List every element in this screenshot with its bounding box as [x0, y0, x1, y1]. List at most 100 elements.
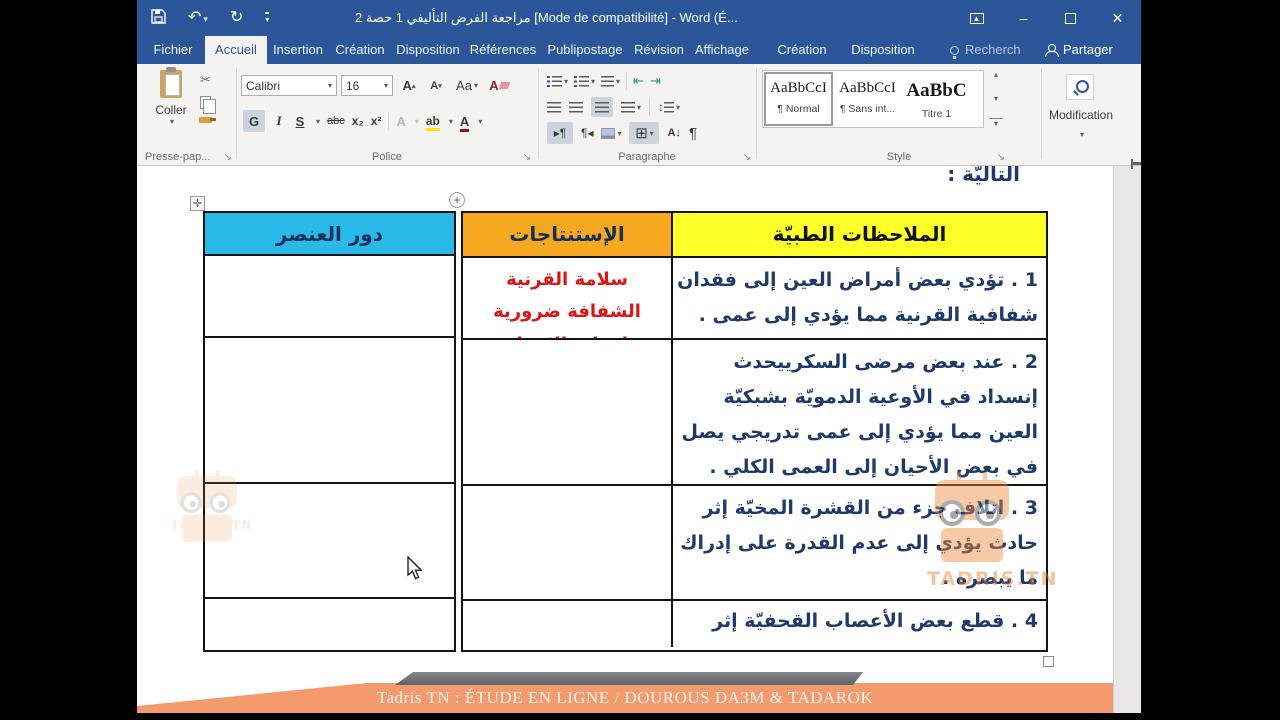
overlay-gray-bar — [395, 672, 863, 685]
justify-icon[interactable]: ▾ — [621, 101, 641, 113]
tab-table-disposition[interactable]: Disposition — [841, 36, 925, 64]
shrink-font-button[interactable]: A ▾ — [425, 80, 447, 92]
increase-indent-icon[interactable]: ⇥ — [650, 73, 661, 89]
clear-formatting-button[interactable]: A — [487, 78, 511, 93]
line-spacing-icon[interactable]: ↕ ▾ — [658, 100, 680, 114]
decrease-indent-icon[interactable]: ⇤ — [633, 73, 644, 89]
conclusion-cell-3[interactable] — [463, 486, 673, 599]
table-row[interactable]: سلامة القرنية الشفافة ضرورية لعملية الإب… — [463, 258, 1046, 340]
role-cell-4[interactable] — [205, 599, 454, 645]
copy-icon[interactable] — [200, 96, 216, 114]
role-header-cell[interactable]: دور العنصر — [205, 213, 454, 256]
table-resize-handle[interactable] — [1043, 656, 1054, 667]
superscript-button[interactable]: x² — [371, 114, 382, 128]
observation-cell-1[interactable]: 1 . تؤدي بعض أمراض العين إلى فقدان شفافي… — [673, 258, 1046, 333]
qat-customize-icon[interactable]: ▾ — [265, 12, 270, 24]
editing-button[interactable] — [1066, 74, 1094, 100]
borders-icon[interactable]: ⊞ ▾ — [629, 122, 660, 144]
bold-button[interactable]: G — [243, 110, 265, 132]
tab-references[interactable]: Références — [465, 36, 541, 64]
tab-creation[interactable]: Création — [329, 36, 391, 64]
multilevel-list-icon[interactable]: ▾ — [601, 75, 620, 87]
role-cell-1[interactable] — [205, 256, 454, 338]
conclusion-cell-2[interactable] — [463, 340, 673, 485]
font-dialog-launcher-icon[interactable]: ↘ — [523, 152, 531, 163]
role-cell-2[interactable] — [205, 338, 454, 484]
change-case-button[interactable]: Aa ▾ — [451, 78, 483, 93]
observations-header-cell[interactable]: الملاحظات الطبيّة — [673, 213, 1046, 256]
paragraph-dialog-launcher-icon[interactable]: ↘ — [743, 152, 751, 163]
style-sans-interligne[interactable]: AaBbCcI ¶ Sans int... — [833, 74, 902, 124]
tab-accueil[interactable]: Accueil — [205, 36, 267, 64]
cut-icon[interactable]: ✂ — [200, 72, 211, 88]
underline-dropdown-icon[interactable]: ▾ — [316, 117, 320, 126]
sort-icon[interactable]: A↓ — [667, 127, 680, 139]
tab-affichage[interactable]: Affichage — [689, 36, 755, 64]
shading-icon[interactable]: ▾ — [601, 127, 621, 139]
tab-revision[interactable]: Révision — [629, 36, 689, 64]
conclusions-header-cell[interactable]: الإستنتاجات — [463, 213, 673, 256]
numbering-icon[interactable]: ▾ — [574, 75, 595, 87]
maximize-button[interactable] — [1047, 0, 1094, 36]
ribbon-display-options-button[interactable]: ▲ — [953, 0, 1000, 36]
styles-scroll-up-icon[interactable]: ▴ — [989, 70, 1003, 79]
text-effects-button[interactable]: A — [396, 114, 405, 129]
table-move-handle-icon[interactable]: + — [449, 192, 465, 208]
word-window: Outils de tableau ↶▾ ↻ ▾ مراجعة الفرض ال… — [137, 0, 1141, 713]
save-icon[interactable] — [151, 8, 166, 28]
vertical-scrollbar[interactable] — [1113, 166, 1141, 713]
tell-me-search[interactable]: Recherch — [950, 36, 1021, 64]
table-row[interactable]: 2 . عند بعض مرضى السكرييحدث إنسداد في ال… — [463, 340, 1046, 486]
redo-button[interactable]: ↻ — [230, 10, 243, 26]
show-marks-icon[interactable]: ¶ — [689, 125, 697, 142]
table-row[interactable]: 4 . قطع بعض الأعصاب القحفيّة إثر — [463, 601, 1046, 647]
paste-button[interactable]: Coller ▾ — [149, 67, 193, 126]
close-button[interactable]: ✕ — [1094, 0, 1141, 36]
font-color-button[interactable]: A — [460, 114, 469, 129]
undo-dropdown-icon[interactable]: ▾ — [203, 14, 208, 24]
font-family-select[interactable]: Calibri ▾ — [241, 75, 337, 96]
highlight-dropdown-icon[interactable]: ▾ — [449, 117, 453, 126]
clipboard-dialog-launcher-icon[interactable]: ↘ — [224, 152, 232, 163]
table-row[interactable]: 3 . اتلاف جزء من القشرة المخيّة إثر حادث… — [463, 486, 1046, 601]
undo-button[interactable]: ↶ ▾ — [188, 10, 208, 26]
highlight-button[interactable]: ab — [426, 114, 440, 128]
format-painter-icon[interactable] — [199, 117, 216, 123]
minimize-button[interactable]: – — [1000, 0, 1047, 36]
observation-cell-2[interactable]: 2 . عند بعض مرضى السكرييحدث إنسداد في ال… — [673, 340, 1046, 485]
conclusion-cell-4[interactable] — [463, 601, 673, 647]
rtl-direction-icon[interactable]: ¶◂ — [581, 126, 593, 140]
style-normal[interactable]: AaBbCcI ¶ Normal — [764, 72, 833, 126]
ltr-direction-icon[interactable]: ▸¶ — [547, 122, 573, 144]
font-size-select[interactable]: 16 ▾ — [341, 75, 393, 96]
grow-font-button[interactable]: A ▴ — [397, 78, 421, 93]
italic-button[interactable]: I — [272, 113, 286, 129]
align-left-icon[interactable] — [547, 101, 561, 113]
table-move-handle-icon[interactable]: ✛ — [190, 196, 205, 211]
tab-fichier[interactable]: Fichier — [145, 36, 201, 64]
style-titre-1[interactable]: AaBbC Titre 1 — [902, 74, 971, 124]
tab-insertion[interactable]: Insertion — [267, 36, 329, 64]
observation-cell-4[interactable]: 4 . قطع بعض الأعصاب القحفيّة إثر — [673, 601, 1046, 639]
subscript-button[interactable]: x₂ — [352, 114, 364, 128]
underline-button[interactable]: S — [293, 114, 307, 129]
share-button[interactable]: Partager — [1045, 36, 1113, 64]
align-center-icon[interactable] — [569, 101, 583, 113]
strikethrough-button[interactable]: abc — [327, 115, 345, 127]
font-color-dropdown-icon[interactable]: ▾ — [478, 117, 482, 126]
observation-cell-3[interactable]: 3 . اتلاف جزء من القشرة المخيّة إثر حادث… — [673, 486, 1046, 596]
editing-dropdown-icon[interactable]: ▾ — [1080, 130, 1084, 139]
styles-dialog-launcher-icon[interactable]: ↘ — [997, 152, 1005, 163]
font-size-dropdown-icon: ▾ — [383, 81, 388, 90]
tab-table-creation[interactable]: Création — [767, 36, 837, 64]
bullets-icon[interactable]: ▾ — [547, 75, 568, 87]
document-page[interactable]: التاليّة : TADRIS.TN TADRIS.TN ✛ + دور ا… — [137, 162, 1113, 683]
tab-publipostage[interactable]: Publipostage — [541, 36, 629, 64]
align-right-icon[interactable] — [591, 97, 613, 117]
tab-disposition[interactable]: Disposition — [391, 36, 465, 64]
observations-table[interactable]: الإستنتاجات الملاحظات الطبيّة سلامة القر… — [461, 211, 1048, 652]
styles-more-icon[interactable]: ▾ — [989, 118, 1003, 128]
paste-dropdown-icon[interactable]: ▾ — [151, 117, 193, 126]
styles-scroll-down-icon[interactable]: ▾ — [989, 94, 1003, 103]
conclusion-cell-1[interactable]: سلامة القرنية الشفافة ضرورية لعملية الإب… — [463, 258, 671, 338]
